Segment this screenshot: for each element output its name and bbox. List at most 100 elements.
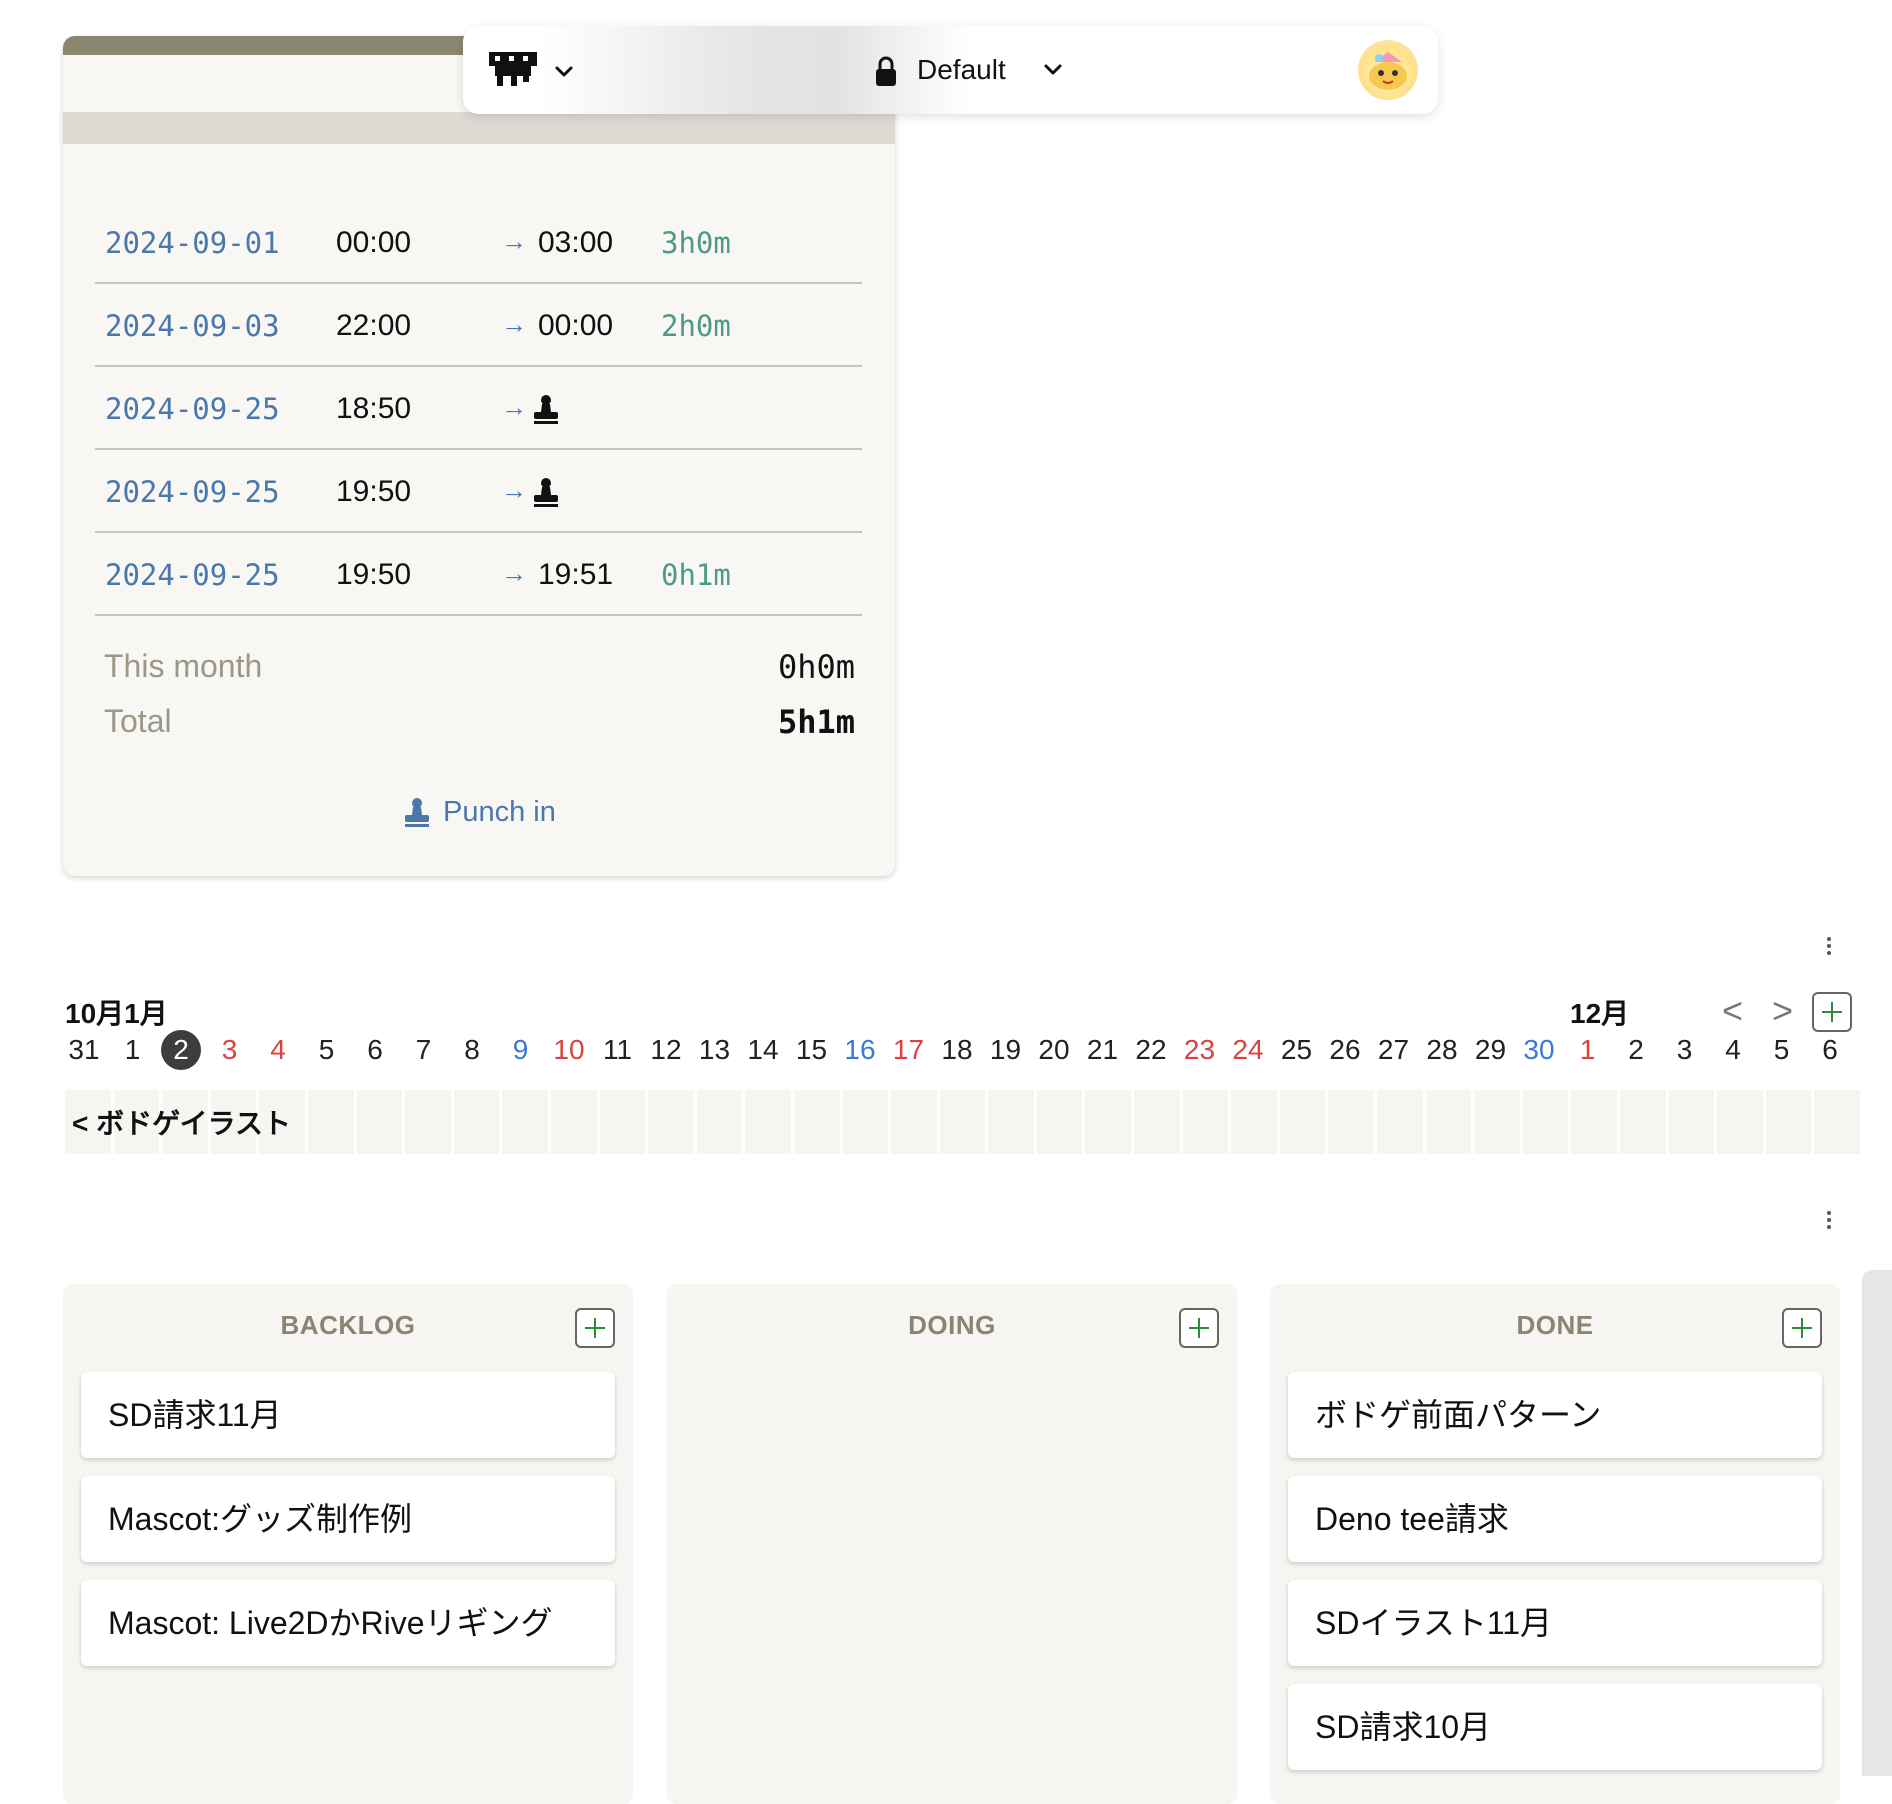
add-card-button[interactable] [1179,1308,1219,1348]
calendar-day[interactable]: 26 [1323,1030,1367,1070]
kanban-card[interactable]: Deno tee請求 [1288,1476,1822,1562]
gantt-cell[interactable] [356,1090,403,1154]
gantt-cell[interactable] [648,1090,694,1154]
stamp-icon[interactable] [531,477,561,507]
calendar-day[interactable]: 4 [1711,1030,1755,1070]
calendar-day[interactable]: 4 [256,1030,300,1070]
calendar-day[interactable]: 25 [1275,1030,1319,1070]
calendar-day[interactable]: 23 [1178,1030,1222,1070]
kanban-card[interactable]: ボドゲ前面パターン [1288,1372,1822,1458]
gantt-cell[interactable] [1231,1090,1277,1154]
calendar-day[interactable]: 27 [1372,1030,1416,1070]
kanban-card[interactable]: SD請求10月 [1288,1684,1822,1770]
calendar-day[interactable]: 13 [693,1030,737,1070]
time-log-row[interactable]: 2024-09-25 19:50 → 19:51 0h1m [95,534,862,616]
gantt-cell[interactable] [1279,1090,1326,1154]
kanban-card[interactable]: Mascot: Live2DかRiveリギング [81,1580,615,1666]
time-log-row[interactable]: 2024-09-25 19:50 → [95,451,862,533]
calendar-day[interactable]: 16 [838,1030,882,1070]
calendar-day[interactable]: 28 [1420,1030,1464,1070]
app-logo-icon[interactable] [489,52,537,86]
gantt-cell[interactable] [1328,1090,1375,1154]
calendar-day[interactable]: 14 [741,1030,785,1070]
gantt-cell[interactable] [1571,1090,1617,1154]
gantt-cell[interactable] [988,1090,1034,1154]
gantt-cell[interactable] [1134,1090,1180,1154]
stamp-icon[interactable] [531,394,561,424]
calendar-day[interactable]: 29 [1469,1030,1513,1070]
gantt-cell[interactable] [745,1090,791,1154]
gantt-cell[interactable] [1085,1090,1132,1154]
calendar-day[interactable]: 9 [499,1030,543,1070]
kanban-card[interactable]: SD請求11月 [81,1372,615,1458]
calendar-day[interactable]: 21 [1081,1030,1125,1070]
log-date[interactable]: 2024-09-03 [105,309,280,343]
gantt-cell[interactable] [1668,1090,1715,1154]
kanban-more-menu-icon[interactable] [1824,1208,1834,1232]
log-date[interactable]: 2024-09-01 [105,226,280,260]
calendar-day[interactable]: 30 [1517,1030,1561,1070]
calendar-more-menu-icon[interactable] [1824,934,1834,958]
gantt-cell[interactable] [502,1090,548,1154]
calendar-day[interactable]: 1 [1566,1030,1610,1070]
calendar-day[interactable]: 6 [1808,1030,1852,1070]
calendar-day[interactable]: 18 [935,1030,979,1070]
gantt-cell[interactable] [1620,1090,1666,1154]
chevron-down-icon[interactable] [1042,58,1064,80]
calendar-day[interactable]: 24 [1226,1030,1270,1070]
calendar-day[interactable]: 12 [644,1030,688,1070]
calendar-day[interactable]: 8 [450,1030,494,1070]
calendar-day[interactable]: 5 [1760,1030,1804,1070]
gantt-row[interactable] [65,1090,1863,1154]
prev-button[interactable]: < [1722,990,1743,1032]
gantt-cell[interactable] [599,1090,646,1154]
gantt-cell[interactable] [793,1090,840,1154]
gantt-cell[interactable] [696,1090,743,1154]
calendar-day[interactable]: 3 [208,1030,252,1070]
gantt-cell[interactable] [307,1090,354,1154]
calendar-day[interactable]: 17 [887,1030,931,1070]
add-project-button[interactable] [1812,992,1852,1032]
calendar-day[interactable]: 3 [1663,1030,1707,1070]
gantt-cell[interactable] [891,1090,937,1154]
user-avatar[interactable] [1358,40,1418,100]
calendar-day[interactable]: 7 [402,1030,446,1070]
gantt-cell[interactable] [1522,1090,1569,1154]
add-card-button[interactable] [1782,1308,1822,1348]
next-button[interactable]: > [1772,990,1793,1032]
gantt-cell[interactable] [842,1090,889,1154]
calendar-day[interactable]: 2 [1614,1030,1658,1070]
calendar-day[interactable]: 20 [1032,1030,1076,1070]
chevron-down-icon[interactable] [553,60,575,82]
calendar-day[interactable]: 11 [596,1030,640,1070]
calendar-day[interactable]: 19 [984,1030,1028,1070]
gantt-cell[interactable] [1474,1090,1520,1154]
calendar-day-today[interactable]: 2 [159,1030,203,1070]
gantt-cell[interactable] [1377,1090,1423,1154]
log-date[interactable]: 2024-09-25 [105,558,280,592]
gantt-cell[interactable] [939,1090,986,1154]
add-card-button[interactable] [575,1308,615,1348]
kanban-card[interactable]: SDイラスト11月 [1288,1580,1822,1666]
punch-in-button[interactable]: Punch in [403,792,556,832]
log-date[interactable]: 2024-09-25 [105,392,280,426]
time-log-row[interactable]: 2024-09-03 22:00 → 00:00 2h0m [95,285,862,367]
calendar-day[interactable]: 31 [62,1030,106,1070]
gantt-cell[interactable] [1182,1090,1229,1154]
time-log-row[interactable]: 2024-09-25 18:50 → [95,368,862,450]
project-label[interactable]: < ボドゲイラスト [72,1102,291,1142]
gantt-cell[interactable] [405,1090,451,1154]
calendar-day[interactable]: 22 [1129,1030,1173,1070]
workspace-label[interactable]: Default [917,54,1006,86]
calendar-day[interactable]: 15 [790,1030,834,1070]
gantt-cell[interactable] [1717,1090,1763,1154]
calendar-day[interactable]: 10 [547,1030,591,1070]
calendar-day[interactable]: 6 [353,1030,397,1070]
kanban-card[interactable]: Mascot:グッズ制作例 [81,1476,615,1562]
calendar-day[interactable]: 1 [111,1030,155,1070]
time-log-row[interactable]: 2024-09-01 00:00 → 03:00 3h0m [95,202,862,284]
calendar-day[interactable]: 5 [305,1030,349,1070]
gantt-cell[interactable] [1036,1090,1083,1154]
log-date[interactable]: 2024-09-25 [105,475,280,509]
gantt-cell[interactable] [453,1090,500,1154]
